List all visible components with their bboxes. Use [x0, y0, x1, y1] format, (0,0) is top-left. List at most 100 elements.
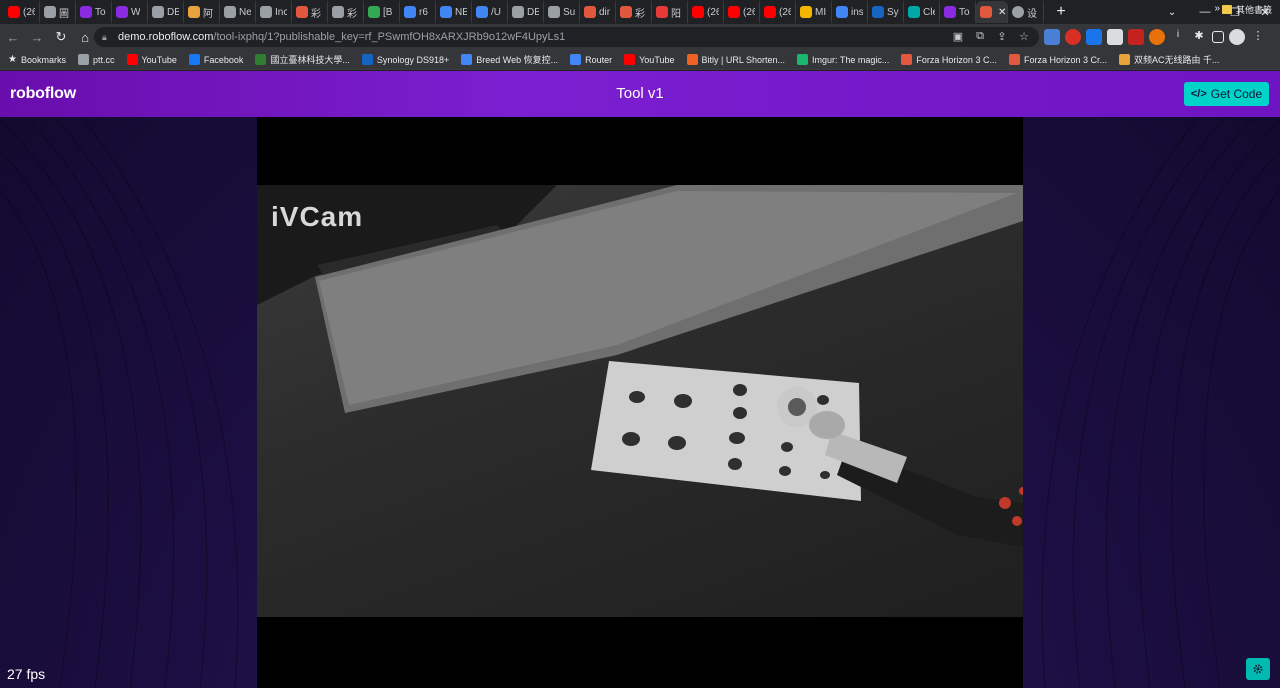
- browser-tab[interactable]: MI: [796, 1, 832, 23]
- bookmark-favicon: [77, 54, 89, 65]
- bookmark-item[interactable]: Synology DS918+: [361, 54, 449, 65]
- bookmark-item[interactable]: Forza Horizon 3 Cr...: [1008, 54, 1107, 65]
- browser-tab[interactable]: W: [112, 1, 148, 23]
- browser-tabstrip: (26 圖 To W DE 阿 Ne Inc 彩 彩 [B r6 NE/U DE Su dir 彩 阳 (26 (26…: [0, 0, 1280, 24]
- browser-tab[interactable]: DE: [148, 1, 184, 23]
- tab-favicon: [8, 6, 20, 18]
- browser-tab[interactable]: 阳: [652, 1, 688, 23]
- browser-tab[interactable]: To: [940, 1, 976, 23]
- bookmark-item[interactable]: Router: [570, 54, 612, 65]
- browser-tab[interactable]: /U: [472, 1, 508, 23]
- lock-icon[interactable]: 🔒︎: [102, 32, 112, 42]
- tab-label: (26: [707, 6, 719, 18]
- bookmark-label: ptt.cc: [92, 54, 115, 65]
- tab-label: W: [131, 6, 141, 18]
- extension-icon[interactable]: [1107, 29, 1123, 45]
- bookmark-item[interactable]: YouTube: [126, 54, 177, 65]
- sidepanel-icon[interactable]: [1212, 31, 1224, 43]
- get-code-button[interactable]: </> Get Code: [1184, 82, 1269, 106]
- puzzle-icon[interactable]: ✱: [1191, 29, 1207, 45]
- settings-button[interactable]: [1246, 658, 1270, 680]
- info-icon[interactable]: i: [1170, 29, 1186, 45]
- star-icon[interactable]: ☆: [1017, 29, 1031, 43]
- browser-tab[interactable]: Cle: [904, 1, 940, 23]
- camera-icon[interactable]: ▣: [951, 29, 965, 43]
- star-icon: ★: [8, 54, 17, 65]
- close-icon[interactable]: ✕: [998, 7, 1006, 18]
- new-tab-button[interactable]: +: [1050, 1, 1072, 23]
- browser-tab[interactable]: (26: [760, 1, 796, 23]
- tab-label: (26: [743, 6, 755, 18]
- bookmark-favicon: [1118, 54, 1130, 65]
- browser-tab[interactable]: 彩: [292, 1, 328, 23]
- browser-tab[interactable]: Sy: [868, 1, 904, 23]
- browser-tab[interactable]: (26: [724, 1, 760, 23]
- bookmark-item[interactable]: Bitly | URL Shorten...: [686, 54, 785, 65]
- other-bookmarks-label: 其他書籤: [1235, 5, 1272, 15]
- tab-favicon: [620, 6, 632, 18]
- extension-icon[interactable]: [1065, 29, 1081, 45]
- extension-icon[interactable]: [1128, 29, 1144, 45]
- browser-tab[interactable]: Inc: [256, 1, 292, 23]
- tab-favicon: [368, 6, 380, 18]
- reload-icon[interactable]: ↻: [50, 26, 72, 48]
- app-header: roboflow Tool v1 </> Get Code: [0, 71, 1280, 117]
- browser-tab[interactable]: 彩: [616, 1, 652, 23]
- bookmarks-menu[interactable]: ★ Bookmarks: [8, 54, 66, 65]
- browser-tab[interactable]: Su: [544, 1, 580, 23]
- url-host: demo.roboflow.com: [118, 31, 214, 43]
- browser-tab[interactable]: (26: [4, 1, 40, 23]
- tab-search-icon[interactable]: ⌄: [1160, 0, 1184, 24]
- browser-tab[interactable]: [B: [364, 1, 400, 23]
- tab-settings[interactable]: 设: [1008, 1, 1044, 23]
- tab-label: To: [959, 6, 970, 18]
- browser-tab[interactable]: To: [76, 1, 112, 23]
- browser-tab[interactable]: DE: [508, 1, 544, 23]
- browser-tab[interactable]: 彩: [328, 1, 364, 23]
- tab-active[interactable]: F ✕: [976, 1, 1008, 23]
- other-bookmarks[interactable]: 其他書籤: [1221, 3, 1272, 16]
- bookmark-item[interactable]: Breed Web 恢复控...: [461, 53, 558, 66]
- tab-label: 阳: [671, 8, 681, 20]
- browser-tab[interactable]: (26: [688, 1, 724, 23]
- tab-favicon: [224, 6, 236, 18]
- profile-avatar[interactable]: [1229, 29, 1245, 45]
- bookmark-item[interactable]: Forza Horizon 3 C...: [901, 54, 997, 65]
- bookmarks-overflow-icon[interactable]: »: [1214, 3, 1220, 14]
- tab-favicon: [548, 6, 560, 18]
- menu-icon[interactable]: ⋮: [1250, 29, 1266, 45]
- browser-tab[interactable]: 圖: [40, 1, 76, 23]
- bookmark-item[interactable]: 双频AC无线路由 千...: [1118, 53, 1220, 66]
- bookmark-label: Breed Web 恢复控...: [476, 55, 559, 65]
- bookmark-item[interactable]: Facebook: [188, 54, 243, 65]
- bookmark-item[interactable]: 國立臺林科技大學...: [255, 53, 350, 66]
- extension-icon[interactable]: [1044, 29, 1060, 45]
- translate-icon[interactable]: ⧉: [973, 29, 987, 43]
- address-bar[interactable]: 🔒︎ demo.roboflow.com/tool-ixphq/1?publis…: [94, 27, 1039, 47]
- forward-icon[interactable]: →: [26, 26, 48, 48]
- browser-tab[interactable]: dir: [580, 1, 616, 23]
- browser-tab[interactable]: NE: [436, 1, 472, 23]
- back-icon[interactable]: ←: [2, 26, 24, 48]
- extension-icon[interactable]: [1149, 29, 1165, 45]
- video-panel: iVCam: [257, 117, 1023, 688]
- extension-icon[interactable]: [1086, 29, 1102, 45]
- browser-tab[interactable]: r6: [400, 1, 436, 23]
- bookmark-item[interactable]: YouTube: [624, 54, 675, 65]
- bookmark-favicon: [624, 54, 636, 65]
- bookmark-favicon: [126, 54, 138, 65]
- tab-label: Sy: [887, 6, 899, 18]
- home-icon[interactable]: ⌂: [74, 26, 96, 48]
- browser-tab[interactable]: Ne: [220, 1, 256, 23]
- tab-favicon: [800, 6, 812, 18]
- tab-favicon: [656, 6, 668, 18]
- bookmark-item[interactable]: Imgur: The magic...: [797, 54, 889, 65]
- tab-favicon: [296, 6, 308, 18]
- browser-tab[interactable]: 阿: [184, 1, 220, 23]
- browser-tab[interactable]: ins: [832, 1, 868, 23]
- bookmark-label: Router: [585, 54, 613, 65]
- share-icon[interactable]: ⇪: [995, 29, 1009, 43]
- bookmarks-bar: ★ Bookmarks ptt.cc YouTube Facebook 國立臺林科技大…: [0, 50, 1280, 70]
- bookmark-favicon: [901, 54, 913, 65]
- bookmark-item[interactable]: ptt.cc: [77, 54, 115, 65]
